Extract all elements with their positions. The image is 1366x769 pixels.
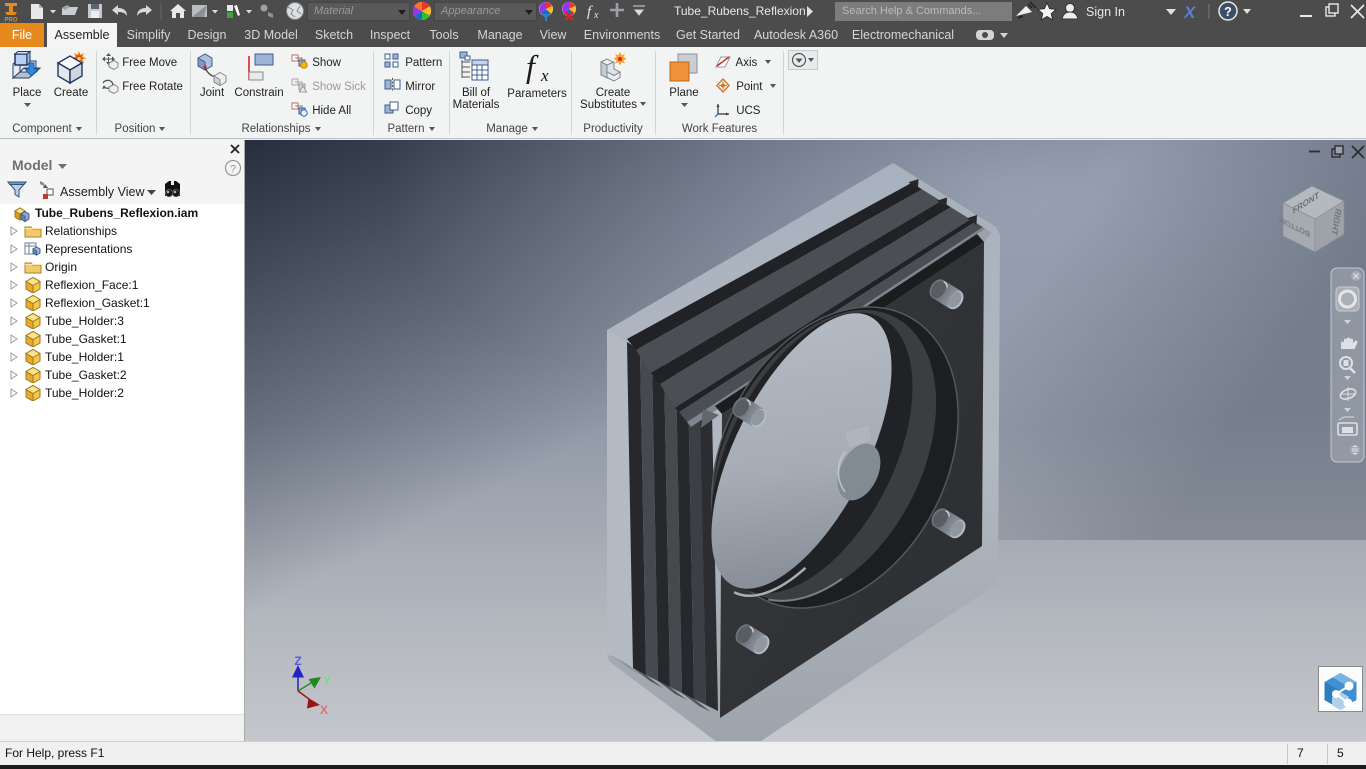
svg-text:X: X [1183, 3, 1197, 22]
svg-text:x: x [593, 10, 599, 21]
svg-text:x: x [540, 66, 549, 84]
svg-text:X: X [320, 703, 328, 717]
svg-text:?: ? [230, 164, 236, 176]
svg-text:?: ? [1224, 5, 1232, 19]
svg-text:Sign In: Sign In [1086, 5, 1125, 19]
svg-text:f: f [587, 4, 593, 20]
svg-text:f: f [526, 50, 539, 84]
svg-text:Model: Model [12, 157, 52, 173]
svg-text:Z: Z [294, 654, 301, 668]
svg-text:Y: Y [323, 674, 331, 688]
svg-text:Assembly View: Assembly View [60, 185, 145, 199]
